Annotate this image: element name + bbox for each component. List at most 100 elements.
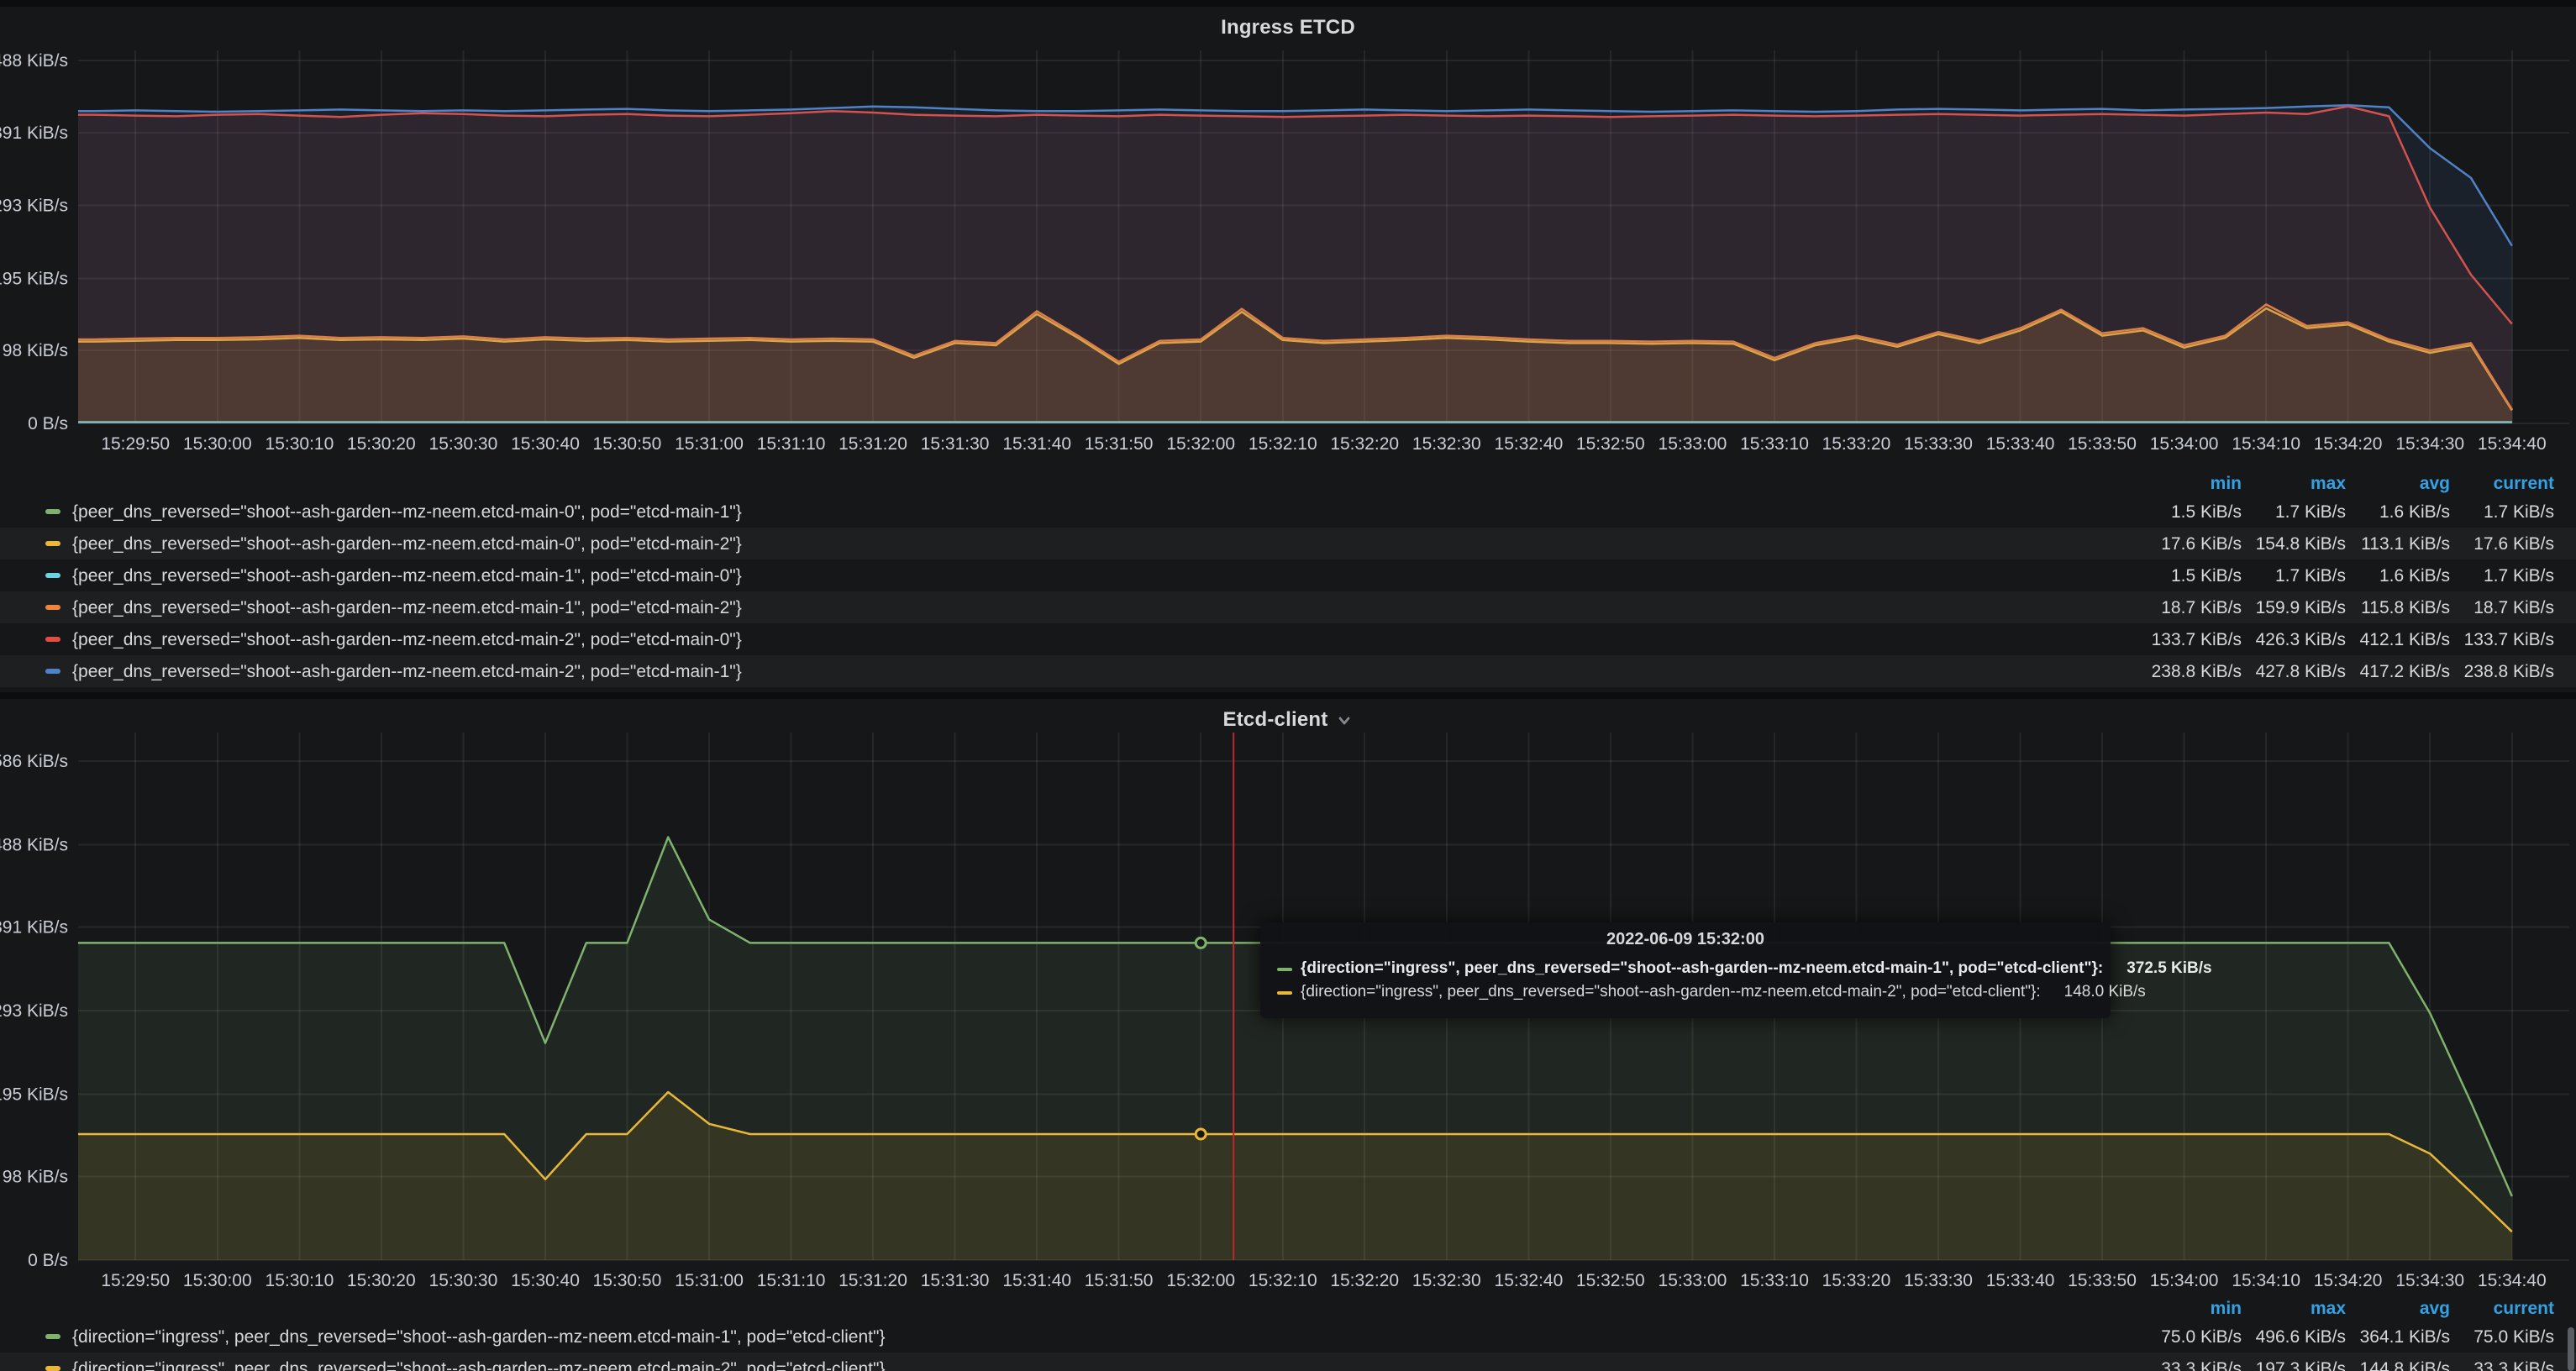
legend-series-label[interactable]: {peer_dns_reversed="shoot--ash-garden--m… [72, 502, 2137, 522]
legend-stat-min: 1.5 KiB/s [2137, 565, 2242, 586]
x-axis-tick-label: 15:31:50 [1085, 1271, 1154, 1290]
legend-series-label[interactable]: {peer_dns_reversed="shoot--ash-garden--m… [72, 597, 2137, 617]
legend-row: {peer_dns_reversed="shoot--ash-garden--m… [0, 496, 2576, 528]
x-axis-tick-label: 15:31:10 [757, 1271, 826, 1290]
x-axis-tick-label: 15:34:10 [2232, 434, 2300, 454]
legend-stat-current: 18.7 KiB/s [2450, 597, 2554, 617]
legend-series-swatch[interactable] [45, 1335, 60, 1339]
legend-series-swatch[interactable] [45, 542, 60, 546]
legend-series-label[interactable]: {peer_dns_reversed="shoot--ash-garden--m… [72, 661, 2137, 681]
x-axis-tick-label: 15:31:30 [921, 1271, 990, 1290]
x-axis-tick-label: 15:34:00 [2150, 1271, 2219, 1290]
legend-rows: {direction="ingress", peer_dns_reversed=… [0, 1321, 2576, 1371]
x-axis-tick-label: 15:33:40 [1986, 1271, 2055, 1290]
x-axis-tick-label: 15:33:50 [2068, 434, 2137, 454]
x-axis-tick-label: 15:29:50 [101, 1271, 170, 1290]
panel-title-bar[interactable]: Ingress ETCD [0, 7, 2576, 47]
y-axis-tick-label: 488 KiB/s [0, 835, 68, 854]
y-axis-tick-label: 488 KiB/s [0, 51, 68, 71]
legend-series-swatch[interactable] [45, 574, 60, 578]
legend-stat-avg: 1.6 KiB/s [2346, 565, 2450, 586]
tooltip-series-value: 372.5 KiB/s [2103, 958, 2211, 981]
legend-scrollbar-thumb[interactable] [2568, 1327, 2574, 1371]
legend-stat-max: 1.7 KiB/s [2242, 565, 2346, 586]
legend-series-swatch[interactable] [45, 1367, 60, 1371]
legend-stat-avg: 417.2 KiB/s [2346, 661, 2450, 681]
series-group [78, 838, 2512, 1260]
panel-ingress-etcd: Ingress ETCD 488 KiB/s391 KiB/s293 KiB/s… [0, 7, 2576, 692]
tooltip-rows: {direction="ingress", peer_dns_reversed=… [1277, 958, 2094, 1005]
etcd-client-chart[interactable]: 586 KiB/s488 KiB/s391 KiB/s293 KiB/s195 … [0, 699, 2576, 1371]
legend-stat-current: 1.7 KiB/s [2450, 502, 2554, 522]
legend-series-swatch[interactable] [45, 638, 60, 642]
y-axis-tick-label: 293 KiB/s [0, 1001, 68, 1021]
legend-series-label[interactable]: {peer_dns_reversed="shoot--ash-garden--m… [72, 629, 2137, 649]
legend-series-label[interactable]: {peer_dns_reversed="shoot--ash-garden--m… [72, 533, 2137, 554]
legend-series-swatch[interactable] [45, 606, 60, 610]
y-axis-tick-label: 195 KiB/s [0, 269, 68, 288]
x-axis-tick-label: 15:33:30 [1904, 434, 1973, 454]
page-title[interactable]: Etcd-client [1223, 707, 1328, 731]
x-axis-tick-label: 15:32:40 [1495, 1271, 1564, 1290]
grafana-dashboard: Ingress ETCD 488 KiB/s391 KiB/s293 KiB/s… [0, 0, 2576, 1371]
legend-series-label[interactable]: {peer_dns_reversed="shoot--ash-garden--m… [72, 565, 2137, 586]
legend-stat-avg: 412.1 KiB/s [2346, 629, 2450, 649]
legend-stat-current: 33.3 KiB/s [2450, 1358, 2554, 1371]
legend-header-current[interactable]: current [2450, 1299, 2554, 1319]
legend-header-max[interactable]: max [2242, 474, 2346, 494]
tooltip-series-swatch [1277, 968, 1292, 972]
legend-stat-avg: 1.6 KiB/s [2346, 502, 2450, 522]
y-axis-tick-label: 98 KiB/s [3, 341, 68, 360]
legend-stat-min: 238.8 KiB/s [2137, 661, 2242, 681]
tooltip-row: {direction="ingress", peer_dns_reversed=… [1277, 981, 2094, 1005]
x-axis-tick-label: 15:33:30 [1904, 1271, 1973, 1290]
legend-header-avg[interactable]: avg [2346, 1299, 2450, 1319]
legend-row: {direction="ingress", peer_dns_reversed=… [0, 1353, 2576, 1371]
legend-row: {peer_dns_reversed="shoot--ash-garden--m… [0, 528, 2576, 559]
y-axis-tick-label: 195 KiB/s [0, 1085, 68, 1104]
series-area-5 [78, 105, 2512, 423]
x-axis-tick-label: 15:31:40 [1002, 1271, 1071, 1290]
legend-stat-current: 1.7 KiB/s [2450, 565, 2554, 586]
x-axis-tick-label: 15:30:50 [593, 434, 662, 454]
x-axis-tick-label: 15:31:40 [1002, 434, 1071, 454]
x-axis-tick-label: 15:34:20 [2314, 434, 2383, 454]
legend-stat-current: 75.0 KiB/s [2450, 1326, 2554, 1347]
y-axis-tick-label: 98 KiB/s [3, 1168, 68, 1187]
legend-header: min max avg current [0, 1297, 2576, 1321]
x-axis-tick-label: 15:33:50 [2068, 1271, 2137, 1290]
tooltip-series-swatch [1277, 991, 1292, 995]
legend-series-swatch[interactable] [45, 670, 60, 674]
x-axis-tick-label: 15:33:10 [1740, 434, 1809, 454]
page-title[interactable]: Ingress ETCD [1221, 15, 1355, 39]
legend-header-current[interactable]: current [2450, 474, 2554, 494]
x-axis-tick-label: 15:30:00 [183, 434, 252, 454]
x-axis-tick-label: 15:32:30 [1412, 1271, 1481, 1290]
legend-header-min[interactable]: min [2137, 1299, 2242, 1319]
x-axis-tick-label: 15:30:10 [265, 434, 334, 454]
legend-stat-max: 426.3 KiB/s [2242, 629, 2346, 649]
legend-series-swatch[interactable] [45, 510, 60, 514]
chevron-down-icon [1336, 712, 1353, 729]
legend-stat-min: 17.6 KiB/s [2137, 533, 2242, 554]
legend-header-max[interactable]: max [2242, 1299, 2346, 1319]
legend-stat-min: 18.7 KiB/s [2137, 597, 2242, 617]
legend: min max avg current {peer_dns_reversed="… [0, 472, 2576, 687]
x-axis-tick-label: 15:34:00 [2150, 434, 2219, 454]
x-axis-tick-label: 15:34:40 [2478, 1271, 2547, 1290]
legend-header-min[interactable]: min [2137, 474, 2242, 494]
legend-stat-avg: 364.1 KiB/s [2346, 1326, 2450, 1347]
x-axis-tick-label: 15:32:50 [1576, 434, 1645, 454]
x-axis-tick-label: 15:29:50 [101, 434, 170, 454]
x-axis-tick-label: 15:31:20 [839, 1271, 907, 1290]
legend-header-avg[interactable]: avg [2346, 474, 2450, 494]
x-axis-tick-label: 15:32:50 [1576, 1271, 1645, 1290]
legend-series-label[interactable]: {direction="ingress", peer_dns_reversed=… [72, 1326, 2137, 1347]
legend-series-label[interactable]: {direction="ingress", peer_dns_reversed=… [72, 1358, 2137, 1371]
y-axis-tick-label: 586 KiB/s [0, 752, 68, 771]
tooltip-row: {direction="ingress", peer_dns_reversed=… [1277, 958, 2094, 981]
panel-title-bar[interactable]: Etcd-client [0, 699, 2576, 739]
x-axis-tick-label: 15:30:50 [593, 1271, 662, 1290]
hover-tooltip: 2022-06-09 15:32:00 {direction="ingress"… [1260, 922, 2111, 1018]
legend-stat-min: 75.0 KiB/s [2137, 1326, 2242, 1347]
